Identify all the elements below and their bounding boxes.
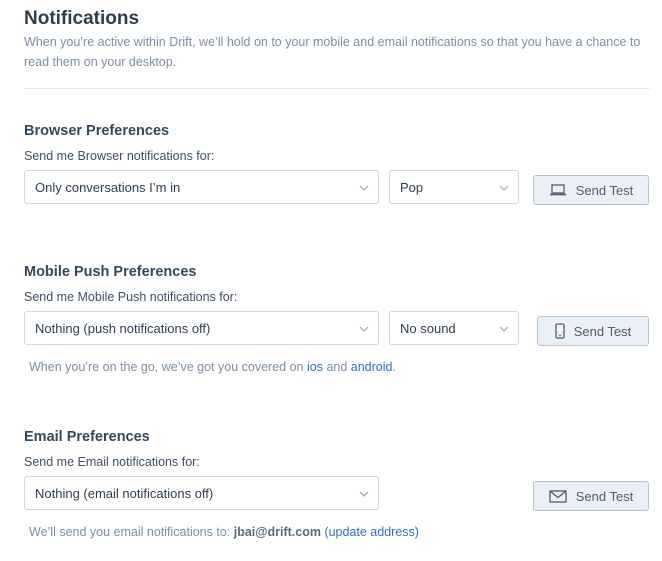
chevron-down-icon [359,326,369,332]
mobile-send-test-button[interactable]: Send Test [537,316,649,346]
phone-icon [555,323,565,339]
header-divider [24,88,650,89]
laptop-icon [549,184,566,196]
page-title: Notifications [24,8,140,29]
and-text: and [326,360,348,374]
mobile-note-text: When you’re on the go, we’ve got you cov… [29,360,304,374]
email-address-note: We’ll send you email notifications to: j… [29,525,419,539]
browser-preferences-title: Browser Preferences [24,123,170,139]
note-period: . [392,360,396,374]
email-send-test-button[interactable]: Send Test [533,481,649,511]
email-scope-select[interactable]: Nothing (email notifications off) [24,476,379,510]
android-link[interactable]: android [351,360,393,374]
chevron-down-icon [359,491,369,497]
email-preferences-subtitle: Send me Email notifications for: [24,455,200,469]
mobile-sound-select[interactable]: No sound [389,311,519,345]
mobile-send-test-label: Send Test [573,323,632,339]
envelope-icon [549,489,567,503]
browser-preferences-subtitle: Send me Browser notifications for: [24,149,215,163]
email-send-test-label: Send Test [575,488,634,504]
browser-scope-select[interactable]: Only conversations I’m in [24,170,379,204]
mobile-scope-value: Nothing (push notifications off) [35,320,211,336]
chevron-down-icon [499,326,509,332]
mobile-preferences-subtitle: Send me Mobile Push notifications for: [24,290,238,304]
mobile-preferences-title: Mobile Push Preferences [24,264,197,280]
email-preferences-title: Email Preferences [24,429,150,445]
ios-link[interactable]: ios [307,360,323,374]
email-address: jbai@drift.com [233,525,321,539]
mobile-scope-select[interactable]: Nothing (push notifications off) [24,311,379,345]
chevron-down-icon [359,185,369,191]
browser-sound-select[interactable]: Pop [389,170,519,204]
page-description: When you’re active within Drift, we’ll h… [24,35,641,69]
browser-scope-value: Only conversations I’m in [35,179,181,195]
email-scope-value: Nothing (email notifications off) [35,485,214,501]
browser-send-test-button[interactable]: Send Test [533,175,649,205]
email-note-text: We’ll send you email notifications to: [29,525,231,539]
browser-send-test-label: Send Test [575,182,634,198]
mobile-apps-note: When you’re on the go, we’ve got you cov… [29,360,396,374]
chevron-down-icon [499,185,509,191]
update-address-link[interactable]: (update address) [324,525,419,539]
